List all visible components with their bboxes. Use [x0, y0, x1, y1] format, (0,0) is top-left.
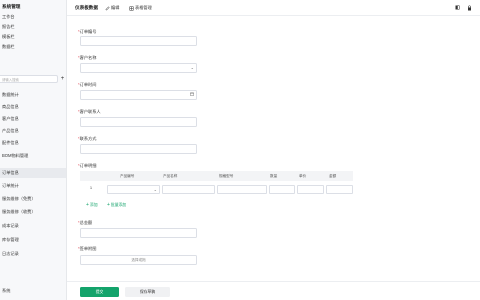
column-header: 产品名称: [163, 174, 178, 178]
sidebar-search-input[interactable]: 请输入搜索: [0, 75, 58, 83]
column-header: 单价: [299, 174, 307, 178]
sidebar-item[interactable]: 模板栏: [0, 32, 66, 42]
sidebar-item[interactable]: 数据栏: [0, 42, 66, 52]
manage-button[interactable]: 表格管理: [129, 5, 152, 11]
layout-icon[interactable]: [454, 4, 460, 11]
table-header: 产品编号 产品名称 规格型号 数量 单价 金额: [80, 171, 353, 181]
sidebar-item[interactable]: 订单统计: [0, 181, 66, 191]
batch-add-button[interactable]: + 批量添加: [107, 202, 126, 208]
attachment-upload[interactable]: 选择或拖: [80, 255, 197, 265]
attachment-label: *签单附图: [78, 246, 97, 251]
phone-input[interactable]: [80, 144, 197, 154]
spec-input[interactable]: [217, 185, 267, 194]
sidebar-item[interactable]: 成本记录: [0, 221, 66, 231]
chevron-down-icon: ⌄: [190, 65, 194, 70]
contact-label: *客户联系人: [78, 109, 101, 114]
row-index: 1: [90, 186, 92, 190]
chevron-down-icon: ⌄: [153, 187, 157, 192]
order-time-label: *订单时间: [78, 82, 97, 87]
top-toolbar: 仪表板数据 编辑 表格管理: [67, 0, 480, 16]
sidebar-item[interactable]: 数据统计: [0, 90, 66, 100]
sidebar-item[interactable]: 日志记录: [0, 249, 66, 259]
sidebar-item-active[interactable]: 订单信息: [0, 168, 66, 178]
product-no-select[interactable]: ⌄: [107, 185, 160, 194]
sidebar-item[interactable]: 客户信息: [0, 114, 66, 124]
customer-label: *客户名称: [78, 55, 97, 60]
sidebar-item[interactable]: 商品信息: [0, 102, 66, 112]
footer-divider: [67, 281, 480, 282]
sidebar-item[interactable]: 服务维修（收费）: [0, 207, 66, 217]
order-no-input[interactable]: [80, 36, 197, 46]
plus-icon: +: [107, 202, 110, 208]
amount-cell-input[interactable]: [326, 185, 353, 194]
column-header: 数量: [270, 174, 278, 178]
calendar-icon: [190, 92, 194, 97]
page-title: 仪表板数据: [75, 5, 98, 10]
details-label: *订单明细: [78, 163, 97, 168]
sidebar-title: 系统管理: [2, 4, 21, 9]
customer-select[interactable]: ⌄: [80, 63, 197, 73]
batch-add-label: 批量添加: [110, 202, 127, 207]
column-header: 金额: [329, 174, 337, 178]
manage-label: 表格管理: [135, 5, 152, 10]
lock-icon[interactable]: [466, 4, 472, 11]
edit-label: 编辑: [111, 5, 120, 10]
sidebar-footer[interactable]: 系统: [2, 288, 10, 294]
plus-icon: +: [86, 202, 89, 208]
order-no-label: *订单编号: [78, 29, 97, 34]
upload-text: 选择或拖: [131, 258, 146, 262]
sidebar: 系统管理 工作台 报告栏 模板栏 数据栏 请输入搜索 + 数据统计 商品信息 客…: [0, 0, 67, 300]
add-row-label: 添加: [89, 202, 98, 207]
amount-input[interactable]: [80, 228, 197, 238]
sidebar-search-placeholder: 请输入搜索: [2, 78, 19, 82]
sidebar-item[interactable]: 库存管理: [0, 235, 66, 245]
add-row-button[interactable]: + 添加: [86, 202, 98, 208]
edit-button[interactable]: 编辑: [105, 5, 119, 11]
contact-input[interactable]: [80, 117, 197, 127]
sidebar-item[interactable]: 工作台: [0, 12, 66, 22]
save-draft-button[interactable]: 保存草稿: [125, 287, 170, 297]
amount-label: *总金额: [78, 220, 93, 225]
order-time-picker[interactable]: [80, 90, 197, 100]
product-name-input[interactable]: [162, 185, 215, 194]
sidebar-item[interactable]: 配件信息: [0, 138, 66, 148]
pencil-icon: [105, 5, 110, 10]
sidebar-item[interactable]: 服务维修（免费）: [0, 194, 66, 204]
phone-label: *联系方式: [78, 136, 97, 141]
sidebar-item[interactable]: BOM物料管理: [0, 151, 66, 161]
add-icon[interactable]: +: [59, 75, 66, 83]
column-header: 产品编号: [120, 174, 135, 178]
grid-icon: [129, 6, 134, 10]
sidebar-item[interactable]: 产品信息: [0, 126, 66, 136]
submit-button[interactable]: 提交: [80, 287, 119, 297]
column-header: 规格型号: [219, 174, 234, 178]
quantity-input[interactable]: [269, 185, 295, 194]
price-input[interactable]: [297, 185, 324, 194]
sidebar-item[interactable]: 报告栏: [0, 22, 66, 32]
